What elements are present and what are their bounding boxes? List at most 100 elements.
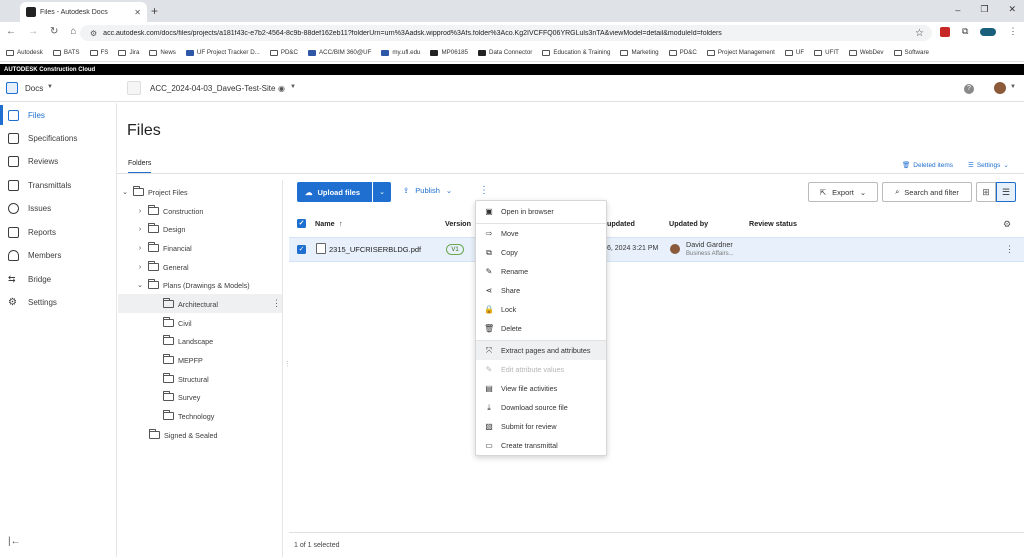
file-name[interactable]: 2315_UFCRISERBLDG.pdf: [329, 245, 421, 254]
grid-view-button[interactable]: ⊞: [976, 182, 996, 202]
settings-link[interactable]: ☰ Settings ⌄: [968, 161, 1009, 170]
sort-ascending-icon[interactable]: ↑: [339, 219, 343, 228]
bookmark[interactable]: ACC/BIM 360@UF: [308, 49, 371, 56]
tree-node-landscape[interactable]: Landscape: [163, 332, 213, 350]
column-settings-icon[interactable]: ⚙: [1003, 219, 1011, 230]
profile-icon[interactable]: [980, 27, 997, 36]
publish-button[interactable]: ⇪ Publish ⌄: [403, 186, 452, 195]
bookmark-star-icon[interactable]: ☆: [915, 28, 924, 39]
docs-logo-icon[interactable]: [6, 82, 18, 94]
bookmark[interactable]: PD&C: [668, 49, 697, 56]
avatar[interactable]: [994, 82, 1006, 94]
tree-node-financial[interactable]: › Financial: [136, 239, 192, 257]
sidebar-item-reviews[interactable]: Reviews: [0, 151, 117, 171]
upload-files-button[interactable]: ☁ Upload files: [297, 182, 372, 202]
bookmark[interactable]: MP06185: [430, 49, 468, 56]
minimize-icon[interactable]: –: [955, 5, 960, 15]
pdf-extension-icon[interactable]: [940, 26, 950, 37]
bookmark[interactable]: WebDev: [848, 49, 884, 56]
list-view-button[interactable]: ☰: [996, 182, 1016, 202]
menu-item-edit-attributes[interactable]: ✎ Edit attribute values: [476, 360, 606, 379]
bookmark[interactable]: UF: [784, 49, 804, 56]
project-selector[interactable]: ACC_2024-04-03_DaveG-Test-Site: [150, 84, 275, 93]
bookmark[interactable]: BATS: [52, 49, 80, 56]
bookmark[interactable]: PD&C: [269, 49, 298, 56]
column-name[interactable]: Name: [315, 219, 335, 228]
tree-node-survey[interactable]: Survey: [163, 388, 200, 406]
menu-item-submit-review[interactable]: ▧ Submit for review: [476, 417, 606, 436]
tree-node-construction[interactable]: › Construction: [136, 202, 203, 220]
tree-node-civil[interactable]: Civil: [163, 314, 192, 332]
address-bar[interactable]: ⚙ acc.autodesk.com/docs/files/projects/a…: [80, 25, 932, 41]
bookmark[interactable]: Marketing: [620, 49, 659, 56]
row-more-icon[interactable]: ⋮: [1005, 244, 1014, 255]
panel-resize-handle[interactable]: ⋮: [284, 360, 291, 368]
export-button[interactable]: ⇱ Export ⌄: [808, 182, 878, 202]
bookmark[interactable]: my.ufl.edu: [381, 49, 420, 56]
tab-folders[interactable]: Folders: [128, 160, 152, 174]
sidebar-item-files[interactable]: Files: [0, 105, 117, 125]
tree-node-plans[interactable]: ⌄ Plans (Drawings & Models): [136, 276, 250, 294]
tree-node-project-files[interactable]: ⌄ Project Files: [121, 183, 188, 201]
browser-tab[interactable]: Files - Autodesk Docs ✕: [20, 2, 147, 22]
close-tab-icon[interactable]: ✕: [134, 8, 141, 17]
new-tab-icon[interactable]: +: [151, 4, 158, 18]
menu-item-copy[interactable]: ⧉ Copy: [476, 243, 606, 262]
forward-icon[interactable]: →: [28, 26, 38, 37]
tree-node-general[interactable]: › General: [136, 258, 189, 276]
folder-more-icon[interactable]: ⋮: [272, 298, 281, 309]
bookmark[interactable]: Education & Training: [542, 49, 610, 56]
help-icon[interactable]: ?: [964, 84, 974, 94]
deleted-items-link[interactable]: 🗑 Deleted items: [902, 161, 953, 170]
bookmark[interactable]: Software: [893, 49, 929, 56]
chevron-right-icon[interactable]: ›: [136, 245, 144, 252]
module-switcher[interactable]: Docs: [25, 84, 43, 93]
menu-item-create-transmittal[interactable]: ▭ Create transmittal: [476, 436, 606, 455]
sidebar-item-members[interactable]: Members: [0, 245, 117, 265]
tree-node-technology[interactable]: Technology: [163, 407, 214, 425]
reload-icon[interactable]: ↻: [50, 26, 58, 37]
sidebar-item-reports[interactable]: Reports: [0, 222, 117, 242]
bookmark[interactable]: Autodesk: [6, 49, 43, 56]
close-window-icon[interactable]: ✕: [1008, 4, 1016, 15]
chevron-down-icon[interactable]: ⌄: [121, 188, 129, 196]
chevron-right-icon[interactable]: ›: [136, 264, 144, 271]
bookmark[interactable]: UF Project Tracker D...: [185, 49, 260, 56]
chevron-down-icon[interactable]: ▼: [290, 84, 296, 90]
column-updated[interactable]: updated: [607, 219, 635, 228]
bookmark[interactable]: Data Connector: [477, 49, 532, 56]
chevron-down-icon[interactable]: ▼: [1010, 84, 1016, 90]
sidebar-item-settings[interactable]: ⚙ Settings: [0, 292, 117, 312]
menu-item-rename[interactable]: ✎ Rename: [476, 262, 606, 281]
browser-menu-icon[interactable]: ⋮: [1008, 26, 1017, 37]
site-info-icon[interactable]: ⚙: [90, 29, 97, 38]
upload-options-dropdown[interactable]: ⌄: [373, 182, 391, 202]
bookmark[interactable]: Jira: [118, 49, 139, 56]
home-icon[interactable]: ⌂: [70, 26, 76, 37]
maximize-icon[interactable]: ❐: [980, 4, 988, 15]
tree-node-architectural[interactable]: Architectural: [163, 295, 218, 313]
version-badge[interactable]: V1: [446, 244, 464, 255]
column-version[interactable]: Version: [445, 219, 471, 228]
menu-item-download-source[interactable]: ⤓ Download source file: [476, 398, 606, 417]
chevron-right-icon[interactable]: ›: [136, 226, 144, 233]
bookmark[interactable]: News: [149, 49, 176, 56]
menu-item-delete[interactable]: 🗑 Delete: [476, 319, 606, 338]
extensions-icon[interactable]: ⧉: [962, 26, 968, 37]
bookmark[interactable]: UFIT: [814, 49, 839, 56]
menu-item-move[interactable]: ⇨ Move: [476, 224, 606, 243]
chevron-down-icon[interactable]: ▼: [47, 84, 53, 90]
select-all-checkbox[interactable]: ✓: [297, 219, 306, 228]
collapse-sidebar-icon[interactable]: |←: [8, 536, 21, 547]
chevron-down-icon[interactable]: ⌄: [136, 281, 144, 289]
tree-node-signed-sealed[interactable]: Signed & Sealed: [149, 426, 218, 444]
menu-item-extract-pages[interactable]: ⤧ Extract pages and attributes: [476, 341, 606, 360]
back-icon[interactable]: ←: [6, 26, 16, 37]
sidebar-item-specifications[interactable]: Specifications: [0, 128, 117, 148]
tree-node-mepfp[interactable]: MEPFP: [163, 351, 203, 369]
bookmark[interactable]: FS: [89, 49, 108, 56]
menu-item-view-activities[interactable]: ▤ View file activities: [476, 379, 606, 398]
search-filter-button[interactable]: ⌕ Search and filter: [882, 182, 972, 202]
menu-item-share[interactable]: ⋖ Share: [476, 281, 606, 300]
bookmark[interactable]: Project Management: [706, 49, 775, 56]
